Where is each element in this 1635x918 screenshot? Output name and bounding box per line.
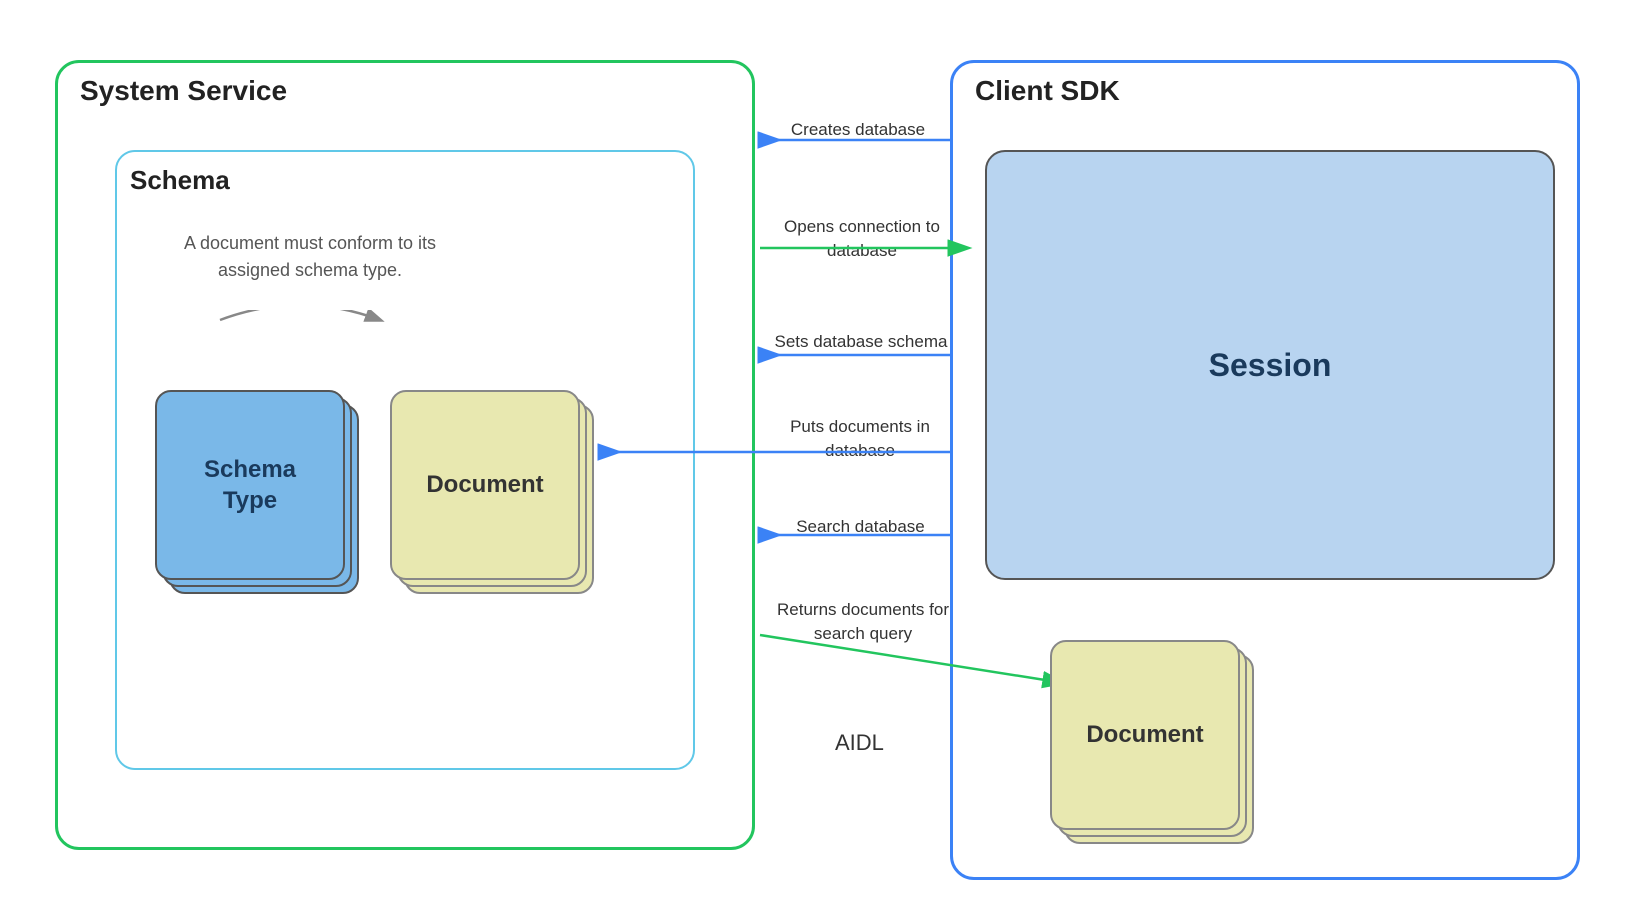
document-stack-right: Document [1050,640,1240,830]
arrow-label-opens-connection: Opens connection todatabase [752,215,972,263]
document-stack-left: Document [390,390,580,580]
arrow-label-puts-docs: Puts documents indatabase [755,415,965,463]
arrow-label-creates-db: Creates database [758,118,958,142]
system-service-label: System Service [80,75,287,107]
schema-description: A document must conform to its assigned … [160,230,460,284]
arrow-label-search-db: Search database [773,515,948,539]
schema-curved-arrow [160,310,440,390]
aidl-label: AIDL [835,730,884,756]
schema-label: Schema [130,165,230,196]
arrow-label-sets-schema: Sets database schema [756,330,966,354]
doc-left-front: Document [390,390,580,580]
client-sdk-label: Client SDK [975,75,1120,107]
session-label: Session [1209,347,1332,384]
doc-right-front: Document [1050,640,1240,830]
schema-type-card-front: SchemaType [155,390,345,580]
diagram-container: System Service Schema A document must co… [0,0,1635,918]
arrow-label-returns-docs: Returns documents forsearch query [748,598,978,646]
session-card: Session [985,150,1555,580]
schema-type-stack: SchemaType [155,390,345,580]
